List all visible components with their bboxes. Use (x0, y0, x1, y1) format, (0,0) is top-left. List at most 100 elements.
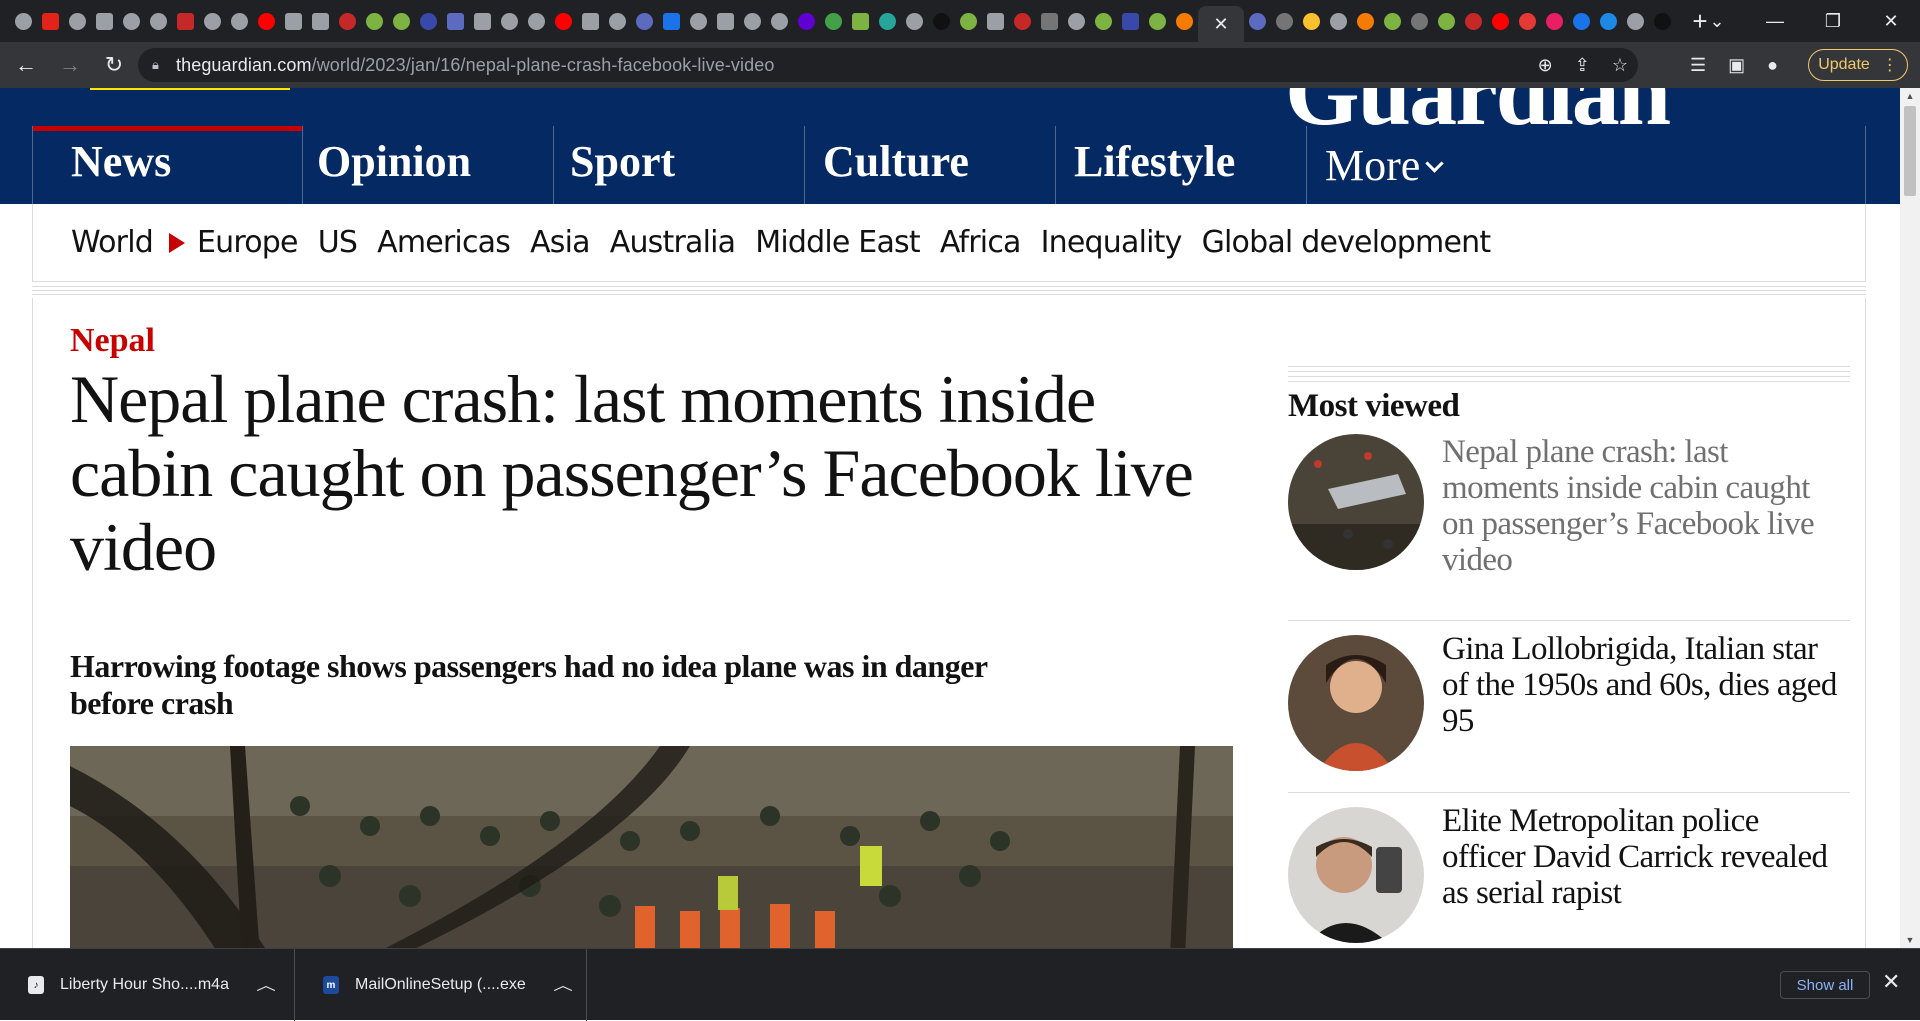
browser-tab[interactable] (469, 0, 496, 42)
scrollbar-thumb[interactable] (1904, 106, 1916, 196)
pillar-more[interactable]: More (1307, 126, 1445, 204)
zoom-icon[interactable]: ⊕ (1538, 55, 1553, 76)
browser-tab[interactable] (982, 0, 1009, 42)
tab-search-icon[interactable]: ⌄ (1688, 0, 1746, 42)
browser-tab[interactable] (955, 0, 982, 42)
browser-tab[interactable] (1009, 0, 1036, 42)
browser-tab[interactable] (1298, 0, 1325, 42)
browser-tab[interactable] (172, 0, 199, 42)
bookmark-star-icon[interactable]: ☆ (1612, 55, 1628, 76)
browser-tab[interactable] (820, 0, 847, 42)
browser-tab[interactable] (766, 0, 793, 42)
browser-tab[interactable] (253, 0, 280, 42)
article-main-image[interactable] (70, 746, 1233, 948)
browser-tab[interactable] (1406, 0, 1433, 42)
browser-tab[interactable] (901, 0, 928, 42)
browser-tab[interactable] (1487, 0, 1514, 42)
show-all-downloads-button[interactable]: Show all (1780, 971, 1870, 999)
browser-tab[interactable] (1352, 0, 1379, 42)
browser-tab[interactable] (334, 0, 361, 42)
back-button[interactable]: ← (8, 47, 44, 83)
browser-tab[interactable] (145, 0, 172, 42)
restore-button[interactable]: ❐ (1804, 0, 1862, 42)
browser-tab[interactable] (199, 0, 226, 42)
browser-tab[interactable] (37, 0, 64, 42)
browser-tab[interactable] (10, 0, 37, 42)
subnav-australia[interactable]: Australia (610, 225, 736, 260)
pillar-news[interactable]: News (33, 126, 303, 204)
browser-tab[interactable] (1433, 0, 1460, 42)
scroll-up-icon[interactable]: ▲ (1900, 88, 1920, 104)
browser-tab[interactable] (577, 0, 604, 42)
subnav-inequality[interactable]: Inequality (1041, 225, 1183, 260)
browser-tab[interactable] (712, 0, 739, 42)
browser-tab[interactable] (685, 0, 712, 42)
subnav-current-world[interactable]: World (71, 225, 154, 260)
browser-tab[interactable] (1144, 0, 1171, 42)
share-icon[interactable]: ⇪ (1575, 55, 1590, 76)
browser-tab[interactable] (631, 0, 658, 42)
browser-tab[interactable] (604, 0, 631, 42)
reload-button[interactable]: ↻ (96, 47, 132, 83)
address-bar[interactable]: 🔒︎ theguardian.com/world/2023/jan/16/nep… (138, 48, 1638, 82)
browser-tab[interactable] (928, 0, 955, 42)
forward-button[interactable]: → (52, 47, 88, 83)
browser-tab[interactable] (1379, 0, 1406, 42)
chevron-up-icon[interactable]: ︿ (256, 975, 276, 995)
browser-tab[interactable] (307, 0, 334, 42)
subnav-middle-east[interactable]: Middle East (755, 225, 920, 260)
browser-tab[interactable] (550, 0, 577, 42)
browser-tab[interactable] (1622, 0, 1649, 42)
browser-tab[interactable] (1117, 0, 1144, 42)
browser-tab[interactable] (415, 0, 442, 42)
browser-tab[interactable] (226, 0, 253, 42)
browser-tab[interactable] (1649, 0, 1676, 42)
browser-tab[interactable] (1514, 0, 1541, 42)
scroll-down-icon[interactable]: ▼ (1900, 932, 1920, 948)
subnav-africa[interactable]: Africa (940, 225, 1022, 260)
browser-tab[interactable] (496, 0, 523, 42)
pillar-culture[interactable]: Culture (805, 126, 1056, 204)
subnav-global-development[interactable]: Global development (1202, 225, 1492, 260)
article-kicker[interactable]: Nepal (70, 322, 155, 360)
subnav-us[interactable]: US (318, 225, 358, 260)
browser-tab[interactable] (1244, 0, 1271, 42)
browser-tab[interactable] (280, 0, 307, 42)
browser-tab[interactable] (388, 0, 415, 42)
browser-tab[interactable] (118, 0, 145, 42)
subnav-americas[interactable]: Americas (377, 225, 511, 260)
subnav-europe[interactable]: Europe (197, 225, 299, 260)
most-viewed-item[interactable]: Gina Lollobrigida, Italian star of the 1… (1288, 620, 1850, 790)
support-link-fragment[interactable] (90, 88, 290, 90)
browser-tab[interactable] (1568, 0, 1595, 42)
browser-tab[interactable] (1325, 0, 1352, 42)
minimize-button[interactable]: — (1746, 0, 1804, 42)
browser-tab[interactable] (64, 0, 91, 42)
page-scrollbar[interactable]: ▲ ▼ (1900, 88, 1920, 948)
browser-tab[interactable] (1595, 0, 1622, 42)
side-panel-icon[interactable]: ▣ (1728, 55, 1745, 76)
close-window-button[interactable]: ✕ (1862, 0, 1920, 42)
browser-tab[interactable] (442, 0, 469, 42)
browser-tab[interactable] (1460, 0, 1487, 42)
url-text[interactable]: theguardian.com/world/2023/jan/16/nepal-… (176, 55, 774, 76)
browser-tab[interactable] (847, 0, 874, 42)
lock-icon[interactable]: 🔒︎ (152, 57, 166, 73)
browser-tab[interactable] (523, 0, 550, 42)
close-tab-icon[interactable]: ✕ (1213, 14, 1228, 35)
reading-list-icon[interactable]: ☰ (1690, 55, 1706, 76)
pillar-opinion[interactable]: Opinion (303, 126, 554, 204)
active-tab[interactable]: ✕ (1198, 6, 1244, 42)
subnav-asia[interactable]: Asia (530, 225, 590, 260)
most-viewed-item[interactable]: Nepal plane crash: last moments inside c… (1288, 434, 1850, 606)
browser-tab[interactable] (1271, 0, 1298, 42)
browser-tab[interactable] (1036, 0, 1063, 42)
download-item[interactable]: m MailOnlineSetup (....exe ︿ (295, 949, 587, 1021)
menu-dots-icon[interactable]: ⋮ (1882, 55, 1898, 75)
browser-tab[interactable] (658, 0, 685, 42)
browser-tab[interactable] (793, 0, 820, 42)
browser-tab[interactable] (361, 0, 388, 42)
pillar-lifestyle[interactable]: Lifestyle (1056, 126, 1307, 204)
browser-tab[interactable] (1171, 0, 1198, 42)
browser-tab[interactable] (1090, 0, 1117, 42)
